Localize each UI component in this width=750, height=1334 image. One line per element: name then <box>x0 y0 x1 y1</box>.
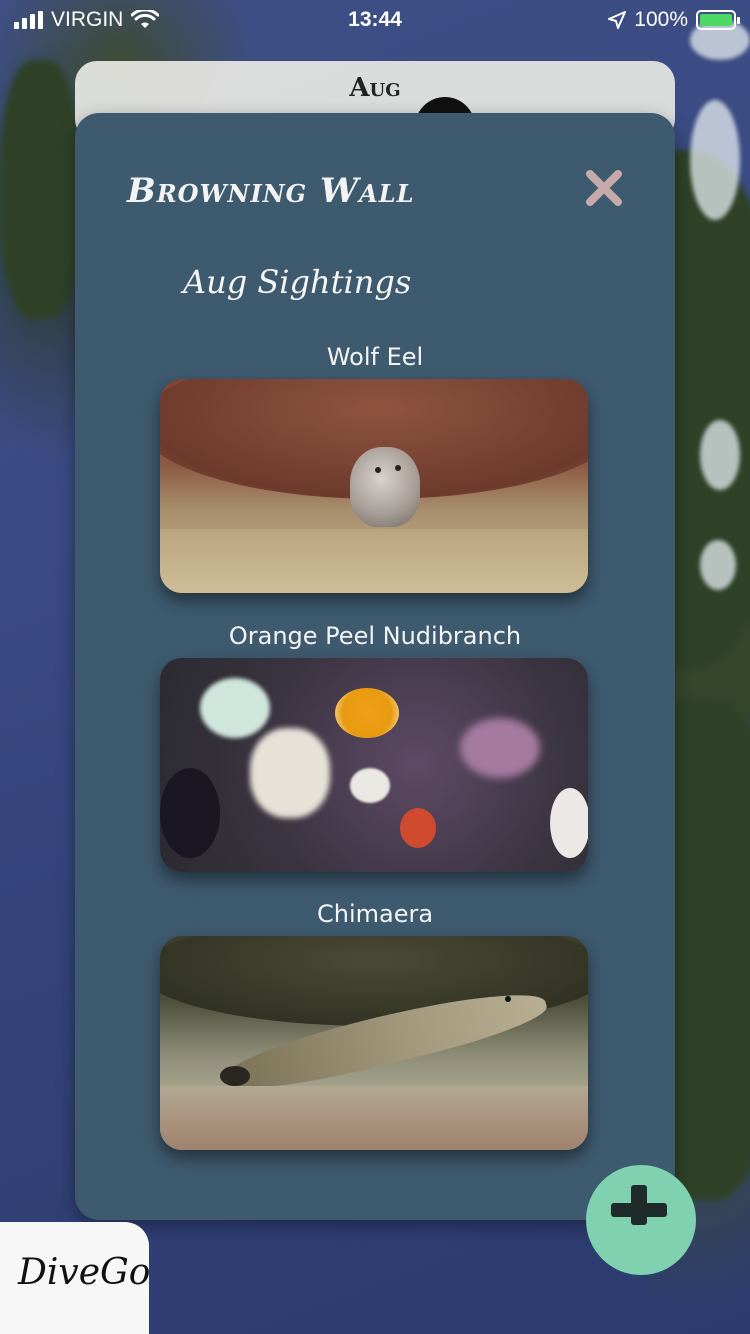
battery-charging-icon <box>696 10 740 30</box>
plus-icon-bar <box>611 1203 667 1217</box>
app-logo-tab[interactable]: DiveGo <box>0 1222 151 1334</box>
sighting-name: Orange Peel Nudibranch <box>228 622 522 650</box>
close-button[interactable] <box>581 165 627 211</box>
month-label: Aug <box>349 73 401 103</box>
sightings-heading: Aug Sightings <box>183 263 412 301</box>
wolf-eel-photo[interactable] <box>160 379 588 593</box>
status-bar: VIRGIN 13:44 100% <box>0 0 750 40</box>
sighting-item-chimaera[interactable]: Chimaera <box>75 896 675 1150</box>
sighting-name: Chimaera <box>316 900 434 928</box>
orange-peel-nudibranch-photo[interactable] <box>160 658 588 872</box>
location-arrow-icon <box>608 11 627 29</box>
app-logo: DiveGo <box>18 1252 151 1293</box>
site-title: Browning Wall <box>127 171 415 211</box>
add-sighting-button[interactable] <box>586 1165 696 1275</box>
chimaera-photo[interactable] <box>160 936 588 1150</box>
status-right: 100% <box>608 8 740 32</box>
battery-percent: 100% <box>634 8 688 31</box>
sighting-name: Wolf Eel <box>326 343 424 371</box>
close-x-icon <box>586 170 622 206</box>
sighting-item-orange-peel-nudibranch[interactable]: Orange Peel Nudibranch <box>75 618 675 872</box>
sighting-item-wolf-eel[interactable]: Wolf Eel <box>75 339 675 593</box>
site-detail-modal: Browning Wall Aug Sightings Wolf Eel Ora… <box>75 113 675 1220</box>
